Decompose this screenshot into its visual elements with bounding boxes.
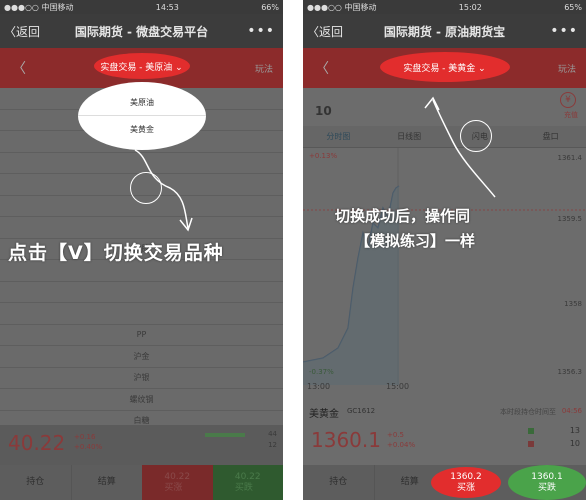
back-arrow-icon[interactable]: 〈 [12,58,26,78]
nav-bar: 〈返回 国际期货 - 原油期货宝 ••• [303,14,586,48]
product-selector[interactable]: 实盘交易 - 美黄金 ⌄ [379,52,510,82]
back-button[interactable]: 〈返回 [4,23,40,40]
sell-count: 10 [569,439,580,448]
hold-time: 04:56 [561,407,582,415]
more-button[interactable]: ••• [247,23,275,39]
y-tick-2: 1359.5 [557,215,583,223]
volume-count: 44 [268,430,277,438]
bottom-bar: 持仓 结算 40.22 买涨 40.22 买跌 [0,465,283,500]
product-name: 美黄金 [309,409,339,420]
status-bar: ●●●○○ 中国移动 14:53 66% [0,0,283,14]
change-pct: +0.04% [387,441,416,449]
product-selector[interactable]: 实盘交易 - 美原油 ⌄ [93,53,190,79]
right-screenshot: ●●●○○ 中国移动 15:02 65% 〈返回 国际期货 - 原油期货宝 ••… [303,0,586,500]
left-screenshot: ●●●○○ 中国移动 14:53 66% 〈返回 国际期货 - 微盘交易平台 •… [0,0,283,500]
product-row[interactable]: PP [0,325,283,346]
y-tick-3: 1358 [564,300,582,308]
product-row[interactable] [0,282,283,303]
more-button[interactable]: ••• [550,23,578,39]
settle-button[interactable]: 结算 [70,465,142,500]
clock: 14:53 [155,2,179,12]
change-value: +0.5 [387,431,404,439]
y-tick-4: 1356.3 [557,368,583,376]
hold-time-label: 本时段持仓时间至 [500,408,556,416]
status-bar: ●●●○○ 中国移动 15:02 65% [303,0,586,14]
battery: 65% [564,2,582,12]
trade-header: 〈 实盘交易 - 美黄金 ⌄ 玩法 [303,48,586,88]
sell-marker-icon [528,441,534,447]
x-tick-2: 15:00 [386,382,410,391]
buy-up-button[interactable]: 1360.2 买涨 [431,467,501,498]
buy-down-button[interactable]: 40.22 买跌 [212,465,283,500]
positions-button[interactable]: 持仓 [303,465,374,500]
tab-timeshare[interactable]: 分时图 [303,126,374,147]
pct-bottom: -0.37% [309,368,334,376]
annotation-text: 点击【V】切换交易品种 [8,242,224,264]
pct-top: +0.13% [309,152,338,160]
carrier: ●●●○○ 中国移动 [4,2,74,12]
x-tick-1: 13:00 [307,382,331,391]
y-tick-1: 1361.4 [557,154,583,162]
product-row[interactable] [0,303,283,325]
product-row[interactable]: 沪金 [0,346,283,368]
quote-panel: 美黄金 GC1612 本时段持仓时间至 04:56 1360.1 +0.5 +0… [303,395,586,465]
volume-count-2: 12 [268,441,277,449]
rules-link[interactable]: 玩法 [558,62,576,75]
rules-link[interactable]: 玩法 [255,62,273,75]
dropdown-menu: 美原油 美黄金 [78,82,206,150]
current-price: 1360.1 [311,428,381,452]
positions-button[interactable]: 持仓 [0,465,71,500]
price-change: +0.5 +0.04% [387,430,415,450]
change-value: +0.16 [74,433,96,441]
page-title: 国际期货 - 原油期货宝 [383,24,506,39]
product-row[interactable]: 沪银 [0,368,283,389]
buy-up-button[interactable]: 40.22 买涨 [142,465,213,500]
current-price: 40.22 [8,431,66,455]
change-pct: +0.40% [74,443,103,451]
page-title: 国际期货 - 微盘交易平台 [74,24,209,39]
volume-bar [205,433,245,437]
recharge-link[interactable]: 充值 [564,110,578,120]
buy-count: 13 [569,426,580,435]
curved-arrow-icon [134,149,193,232]
nav-bar: 〈返回 国际期货 - 微盘交易平台 ••• [0,14,283,48]
back-button[interactable]: 〈返回 [307,23,343,40]
dropdown-option-gold[interactable]: 美黄金 [78,116,206,142]
buy-down-button[interactable]: 1360.1 买跌 [508,465,586,500]
battery: 66% [261,2,279,12]
product-row[interactable]: 螺纹钢 [0,389,283,411]
product-code: GC1612 [347,407,376,415]
yen-icon[interactable]: ¥ [560,92,576,108]
price-change: +0.16 +0.40% [74,432,102,452]
buy-marker-icon [528,428,534,434]
quote-panel: 40.22 +0.16 +0.40% 44 12 [0,425,283,465]
dropdown-option-oil[interactable]: 美原油 [78,90,206,116]
back-arrow-icon[interactable]: 〈 [315,58,329,78]
carrier: ●●●○○ 中国移动 [307,2,377,12]
annotation-text-1: 切换成功后，操作同 [335,207,471,225]
contract-size: 10 [315,104,332,118]
clock: 15:02 [458,2,482,12]
curved-arrow-icon [424,96,496,198]
annotation-text-2: 【模拟练习】一样 [355,232,476,250]
tab-depth[interactable]: 盘口 [515,126,586,147]
